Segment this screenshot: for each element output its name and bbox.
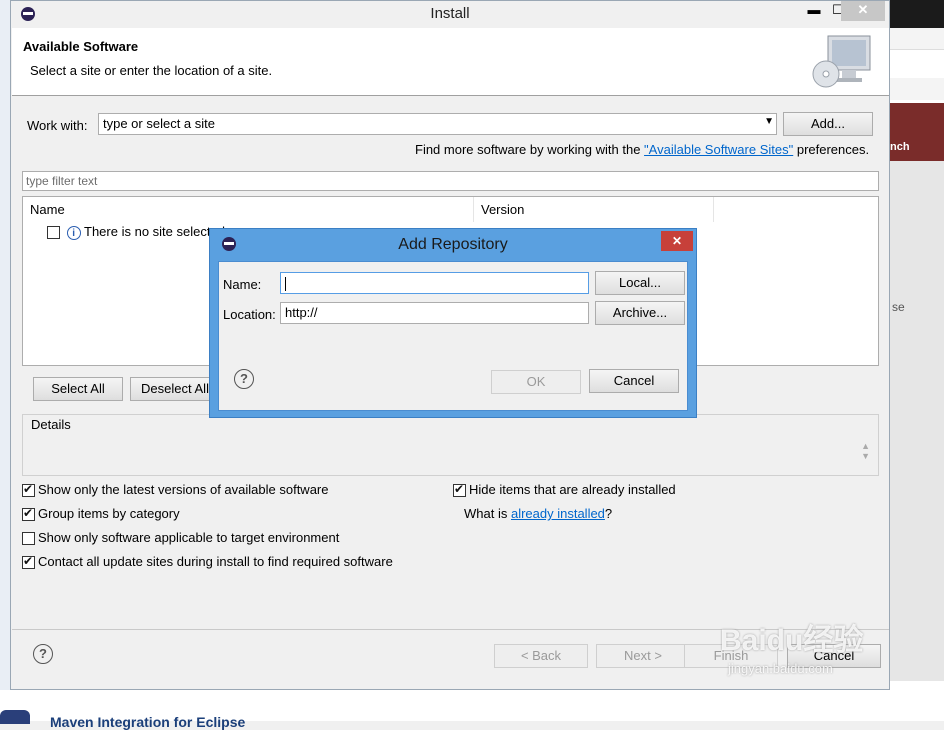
title-bar: Install ▬ ☐ ✕ [11,1,889,27]
dialog-title-bar: Add Repository [210,229,696,259]
hide-installed-checkbox[interactable] [453,482,466,498]
close-button[interactable]: ✕ [841,1,885,21]
already-installed-link[interactable]: already installed [511,506,605,521]
option-group-by-category[interactable]: Group items by category [22,506,180,522]
wizard-header: Available Software Select a site or ente… [12,28,889,96]
local-button[interactable]: Local... [595,271,685,295]
option-hide-installed[interactable]: Hide items that are already installed [453,482,676,498]
background-welcome-tab: nch [890,103,944,161]
work-with-value: type or select a site [103,116,215,131]
next-button[interactable]: Next > [596,644,690,668]
dialog-body: Name: Local... Location: http:// Archive… [218,261,688,411]
background-toolbar-row [890,78,944,100]
page-subtitle: Select a site or enter the location of a… [30,63,273,78]
back-button[interactable]: < Back [494,644,588,668]
find-more-text: Find more software by working with the "… [415,142,869,157]
option-target-env-only[interactable]: Show only software applicable to target … [22,530,340,546]
column-header-name[interactable]: Name [23,197,474,222]
chevron-down-icon[interactable]: ▼ [764,116,774,127]
add-site-button[interactable]: Add... [783,112,873,136]
target-env-label: Show only software applicable to target … [38,530,340,545]
select-all-button[interactable]: Select All [33,377,123,401]
table-row[interactable]: i There is no site selected. [47,224,229,242]
what-is-prefix: What is [464,506,511,521]
background-welcome-text: nch [890,141,910,153]
text-caret [285,276,286,291]
find-more-prefix: Find more software by working with the [415,142,645,157]
group-by-category-label: Group items by category [38,506,180,521]
background-side-text: se [892,300,905,314]
archive-button[interactable]: Archive... [595,301,685,325]
page-title: Available Software [23,39,139,54]
available-software-sites-link[interactable]: "Available Software Sites" [644,142,793,157]
group-by-category-checkbox[interactable] [22,506,35,522]
contact-all-sites-checkbox[interactable] [22,554,35,570]
window-title: Install [430,5,470,22]
work-with-label: Work with: [27,118,88,133]
what-is-suffix: ? [604,506,613,521]
watermark-brand: Baidu经验 [720,624,864,657]
background-panel [890,161,944,681]
what-is-installed-text: What is already installed? [464,506,612,521]
info-icon: i [66,225,81,240]
install-banner-icon [812,35,871,88]
contact-all-sites-label: Contact all update sites during install … [38,554,393,569]
latest-only-label: Show only the latest versions of availab… [38,482,329,497]
help-icon[interactable]: ? [234,369,254,389]
details-scrollbar[interactable]: ▲ ▼ [861,441,870,461]
work-with-combo[interactable]: type or select a site ▼ [98,113,777,135]
location-label: Location: [223,307,276,322]
find-more-suffix: preferences. [793,142,870,157]
watermark: Baidu经验 jingyan.baidu.com [720,615,890,695]
help-icon[interactable]: ? [33,644,53,664]
ok-button[interactable]: OK [491,370,581,394]
add-repository-dialog: Add Repository ✕ Name: Local... Location… [209,228,697,418]
minimize-button[interactable]: ▬ [801,1,827,21]
background-bottom-text: Maven Integration for Eclipse [50,714,246,730]
background-toolbar-row [890,28,944,50]
maven-logo-icon [0,710,30,724]
dialog-title: Add Repository [398,236,508,253]
background-window-right: nch se [890,0,944,721]
latest-only-checkbox[interactable] [22,482,35,498]
name-label: Name: [223,277,262,292]
hide-installed-label: Hide items that are already installed [469,482,676,497]
row-label: There is no site selected. [84,224,229,239]
target-env-checkbox[interactable] [22,532,35,546]
watermark-url: jingyan.baidu.com [728,661,833,676]
row-checkbox[interactable] [47,226,60,240]
background-window-left [0,0,10,721]
dialog-close-button[interactable]: ✕ [661,231,693,251]
filter-input[interactable]: type filter text [22,171,879,191]
details-group: Details ▲ ▼ [22,414,879,476]
dialog-cancel-button[interactable]: Cancel [589,369,679,393]
option-contact-all-sites[interactable]: Contact all update sites during install … [22,554,393,570]
name-field[interactable] [280,272,589,294]
column-header-version[interactable]: Version [474,197,714,222]
background-toolbar [890,0,944,28]
details-label: Details [31,417,71,432]
deselect-all-button[interactable]: Deselect All [130,377,220,401]
location-field[interactable]: http:// [280,302,589,324]
option-latest-only[interactable]: Show only the latest versions of availab… [22,482,329,498]
